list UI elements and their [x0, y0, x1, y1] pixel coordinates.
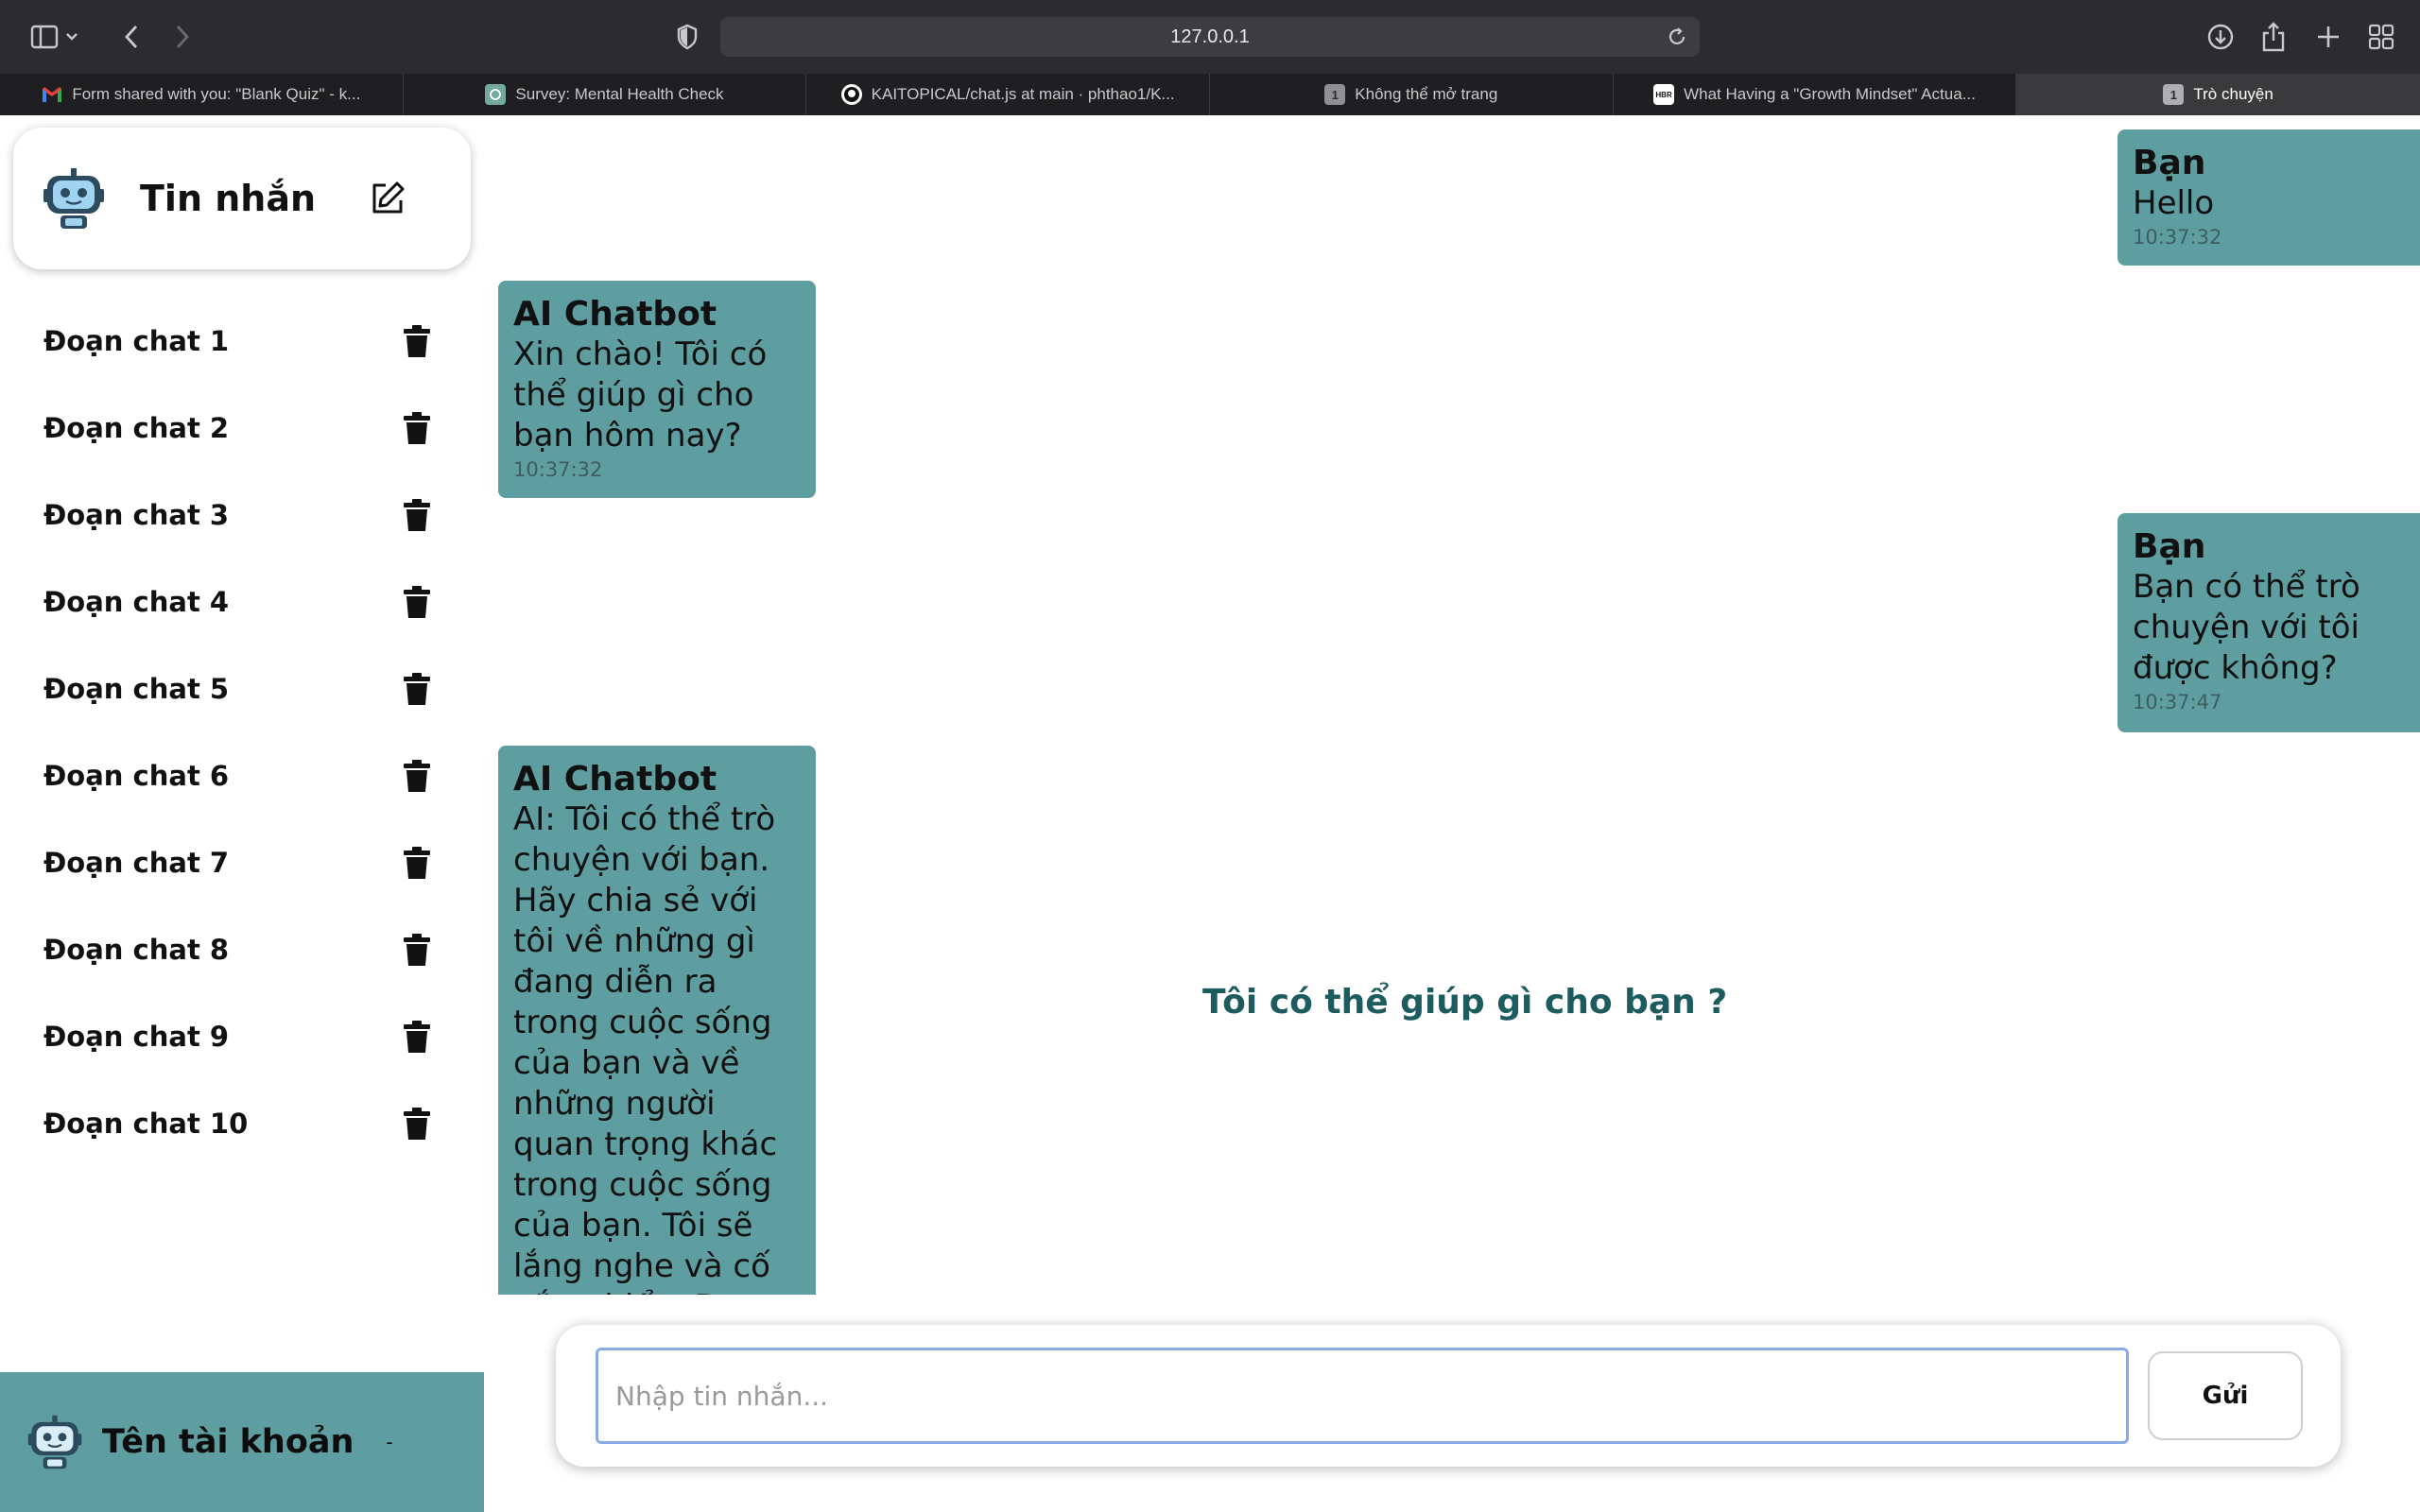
account-menu-toggle[interactable]: - [386, 1431, 392, 1453]
message-composer: Gửi [556, 1325, 2341, 1467]
chat-label: Đoạn chat 7 [43, 847, 230, 879]
tab-label: Không thể mở trang [1355, 85, 1498, 103]
bot-message: AI Chatbot AI: Tôi có thể trò chuyện với… [498, 746, 816, 1295]
tab-github[interactable]: KAITOPICAL/chat.js at main · phthao1/K..… [806, 74, 1210, 115]
trash-icon[interactable] [403, 934, 431, 966]
tab-label: What Having a "Growth Mindset" Actua... [1684, 85, 1976, 103]
new-tab-icon[interactable] [2308, 17, 2348, 57]
tab-label: KAITOPICAL/chat.js at main · phthao1/K..… [871, 85, 1175, 103]
chat-label: Đoạn chat 8 [43, 934, 230, 966]
openai-icon [485, 84, 507, 105]
chat-list-item[interactable]: Đoạn chat 6 [0, 732, 473, 819]
trash-icon[interactable] [403, 1108, 431, 1140]
robot-avatar-icon [27, 1415, 82, 1469]
chevron-down-icon[interactable] [62, 17, 81, 57]
message-time: 10:37:32 [513, 458, 603, 482]
message-time: 10:37:32 [2133, 226, 2222, 249]
trash-icon[interactable] [403, 499, 431, 531]
tab-label: Form shared with you: "Blank Quiz" - k..… [72, 85, 361, 103]
chat-label: Đoạn chat 3 [43, 499, 230, 531]
message-sender: Bạn [2133, 144, 2206, 182]
tab-hbr[interactable]: HBR What Having a "Growth Mindset" Actua… [1614, 74, 2017, 115]
message-time: 10:37:47 [2133, 691, 2222, 714]
account-bar[interactable]: Tên tài khoản - [0, 1372, 484, 1512]
sidebar-toggle-icon[interactable] [25, 17, 64, 57]
message-sender: AI Chatbot [513, 760, 717, 799]
tab-gmail[interactable]: Form shared with you: "Blank Quiz" - k..… [0, 74, 404, 115]
trash-icon[interactable] [403, 412, 431, 444]
account-name: Tên tài khoản [102, 1423, 354, 1461]
chat-list-item[interactable]: Đoạn chat 9 [0, 993, 473, 1080]
chat-list-item[interactable]: Đoạn chat 3 [0, 472, 473, 558]
chat-list-item[interactable]: Đoạn chat 4 [0, 558, 473, 645]
back-icon[interactable] [112, 17, 151, 57]
robot-avatar-icon [43, 168, 104, 229]
user-message: Bạn Bạn có thể trò chuyện với tôi được k… [2118, 513, 2420, 732]
hbr-icon: HBR [1653, 84, 1675, 105]
chat-label: Đoạn chat 6 [43, 760, 230, 792]
tab-error-page[interactable]: 1 Không thể mở trang [1210, 74, 1614, 115]
chat-label: Đoạn chat 4 [43, 586, 230, 618]
sidebar-header: Tin nhắn [13, 128, 471, 269]
new-chat-icon[interactable] [369, 180, 406, 217]
privacy-shield-icon[interactable] [667, 17, 707, 57]
gmail-icon [42, 84, 62, 105]
chat-label: Đoạn chat 2 [43, 412, 230, 444]
address-bar[interactable]: 127.0.0.1 [720, 17, 1700, 57]
number-1-icon: 1 [2163, 84, 2185, 105]
download-icon[interactable] [2201, 17, 2240, 57]
number-1-icon: 1 [1324, 84, 1346, 105]
github-icon [840, 84, 862, 105]
sidebar-title: Tin nhắn [140, 178, 317, 219]
trash-icon[interactable] [403, 760, 431, 792]
chat-list-item[interactable]: Đoạn chat 1 [0, 298, 473, 385]
trash-icon[interactable] [403, 1021, 431, 1053]
message-input[interactable] [596, 1348, 2129, 1444]
tab-overview-icon[interactable] [2361, 17, 2401, 57]
user-message: Bạn Hello 10:37:32 [2118, 129, 2420, 266]
tab-survey[interactable]: Survey: Mental Health Check [404, 74, 807, 115]
chat-label: Đoạn chat 1 [43, 325, 230, 357]
tab-label: Survey: Mental Health Check [515, 85, 724, 103]
trash-icon[interactable] [403, 325, 431, 357]
chat-list-item[interactable]: Đoạn chat 5 [0, 645, 473, 732]
message-sender: AI Chatbot [513, 295, 717, 334]
bot-message: AI Chatbot Xin chào! Tôi có thể giúp gì … [498, 281, 816, 498]
message-text: Bạn có thể trò chuyện với tôi được không… [2133, 568, 2360, 688]
browser-toolbar: 127.0.0.1 [0, 0, 2420, 74]
tab-chat[interactable]: 1 Trò chuyện [2016, 74, 2420, 115]
chat-label: Đoạn chat 5 [43, 673, 230, 705]
share-icon[interactable] [2254, 17, 2293, 57]
tab-label: Trò chuyện [2193, 85, 2273, 103]
chat-list-item[interactable]: Đoạn chat 10 [0, 1080, 473, 1167]
message-list: Bạn Hello 10:37:32 AI Chatbot Xin chào! … [484, 115, 2420, 1295]
chat-label: Đoạn chat 9 [43, 1021, 230, 1053]
message-text: AI: Tôi có thể trò chuyện với bạn. Hãy c… [513, 800, 778, 1295]
trash-icon[interactable] [403, 586, 431, 618]
chat-list-item[interactable]: Đoạn chat 2 [0, 385, 473, 472]
tab-bar: Form shared with you: "Blank Quiz" - k..… [0, 74, 2420, 115]
trash-icon[interactable] [403, 673, 431, 705]
message-text: Xin chào! Tôi có thể giúp gì cho bạn hôm… [513, 335, 768, 455]
chat-list: Đoạn chat 1 Đoạn chat 2 Đoạn chat 3 Đoạn… [0, 298, 473, 1167]
chat-list-item[interactable]: Đoạn chat 8 [0, 906, 473, 993]
welcome-prompt: Tôi có thể giúp gì cho bạn ? [1202, 983, 1728, 1022]
chat-list-item[interactable]: Đoạn chat 7 [0, 819, 473, 906]
message-sender: Bạn [2133, 527, 2206, 566]
trash-icon[interactable] [403, 847, 431, 879]
reload-icon[interactable] [1666, 26, 1688, 48]
chat-label: Đoạn chat 10 [43, 1108, 249, 1140]
forward-icon[interactable] [163, 17, 202, 57]
url-text: 127.0.0.1 [1170, 26, 1250, 47]
message-text: Hello [2133, 184, 2215, 223]
send-button[interactable]: Gửi [2148, 1351, 2303, 1440]
